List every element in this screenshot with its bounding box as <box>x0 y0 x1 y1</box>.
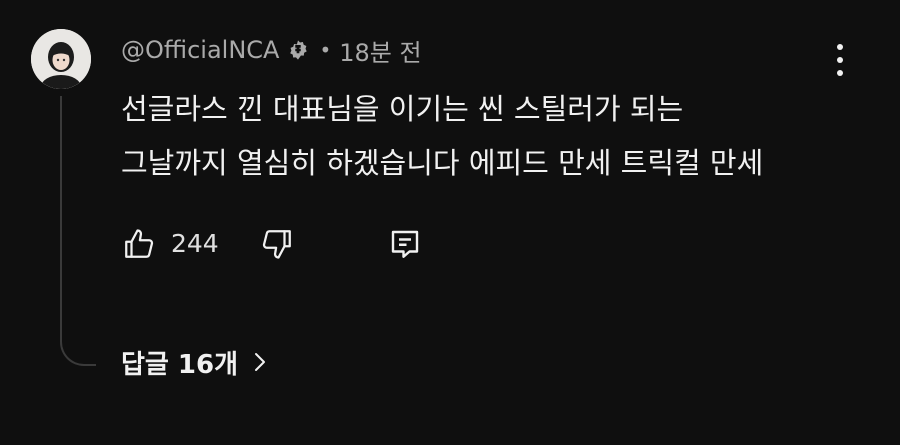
author-avatar[interactable] <box>31 29 91 89</box>
thumb-up-icon[interactable] <box>121 226 157 266</box>
comment-reply-icon[interactable] <box>387 226 423 266</box>
replies-label: 답글 16개 <box>121 349 238 380</box>
like-count: 244 <box>171 229 219 258</box>
comment-line: 선글라스 낀 대표님을 이기는 씬 스틸러가 되는 <box>121 92 684 126</box>
avatar-image <box>31 29 91 89</box>
view-replies-button[interactable]: 답글 16개 <box>121 340 268 384</box>
thumb-down-icon[interactable] <box>259 226 295 266</box>
comment-timestamp[interactable]: 18분 전 <box>339 33 421 68</box>
more-vert-icon[interactable] <box>826 40 854 80</box>
comment-text: 선글라스 낀 대표님을 이기는 씬 스틸러가 되는 그날까지 열심히 하겠습니다… <box>121 82 821 190</box>
comment-line: 그날까지 열심히 하겠습니다 에피드 만세 트릭컬 만세 <box>121 146 764 180</box>
reply-thread-line <box>60 96 96 366</box>
chevron-right-icon <box>252 350 268 374</box>
verified-badge-icon <box>287 39 309 61</box>
author-name[interactable]: @OfficialNCA <box>121 36 279 64</box>
comment-header: @OfficialNCA • 18분 전 <box>121 33 422 67</box>
comment-actions: 244 <box>121 222 441 268</box>
header-separator: • <box>319 38 332 62</box>
